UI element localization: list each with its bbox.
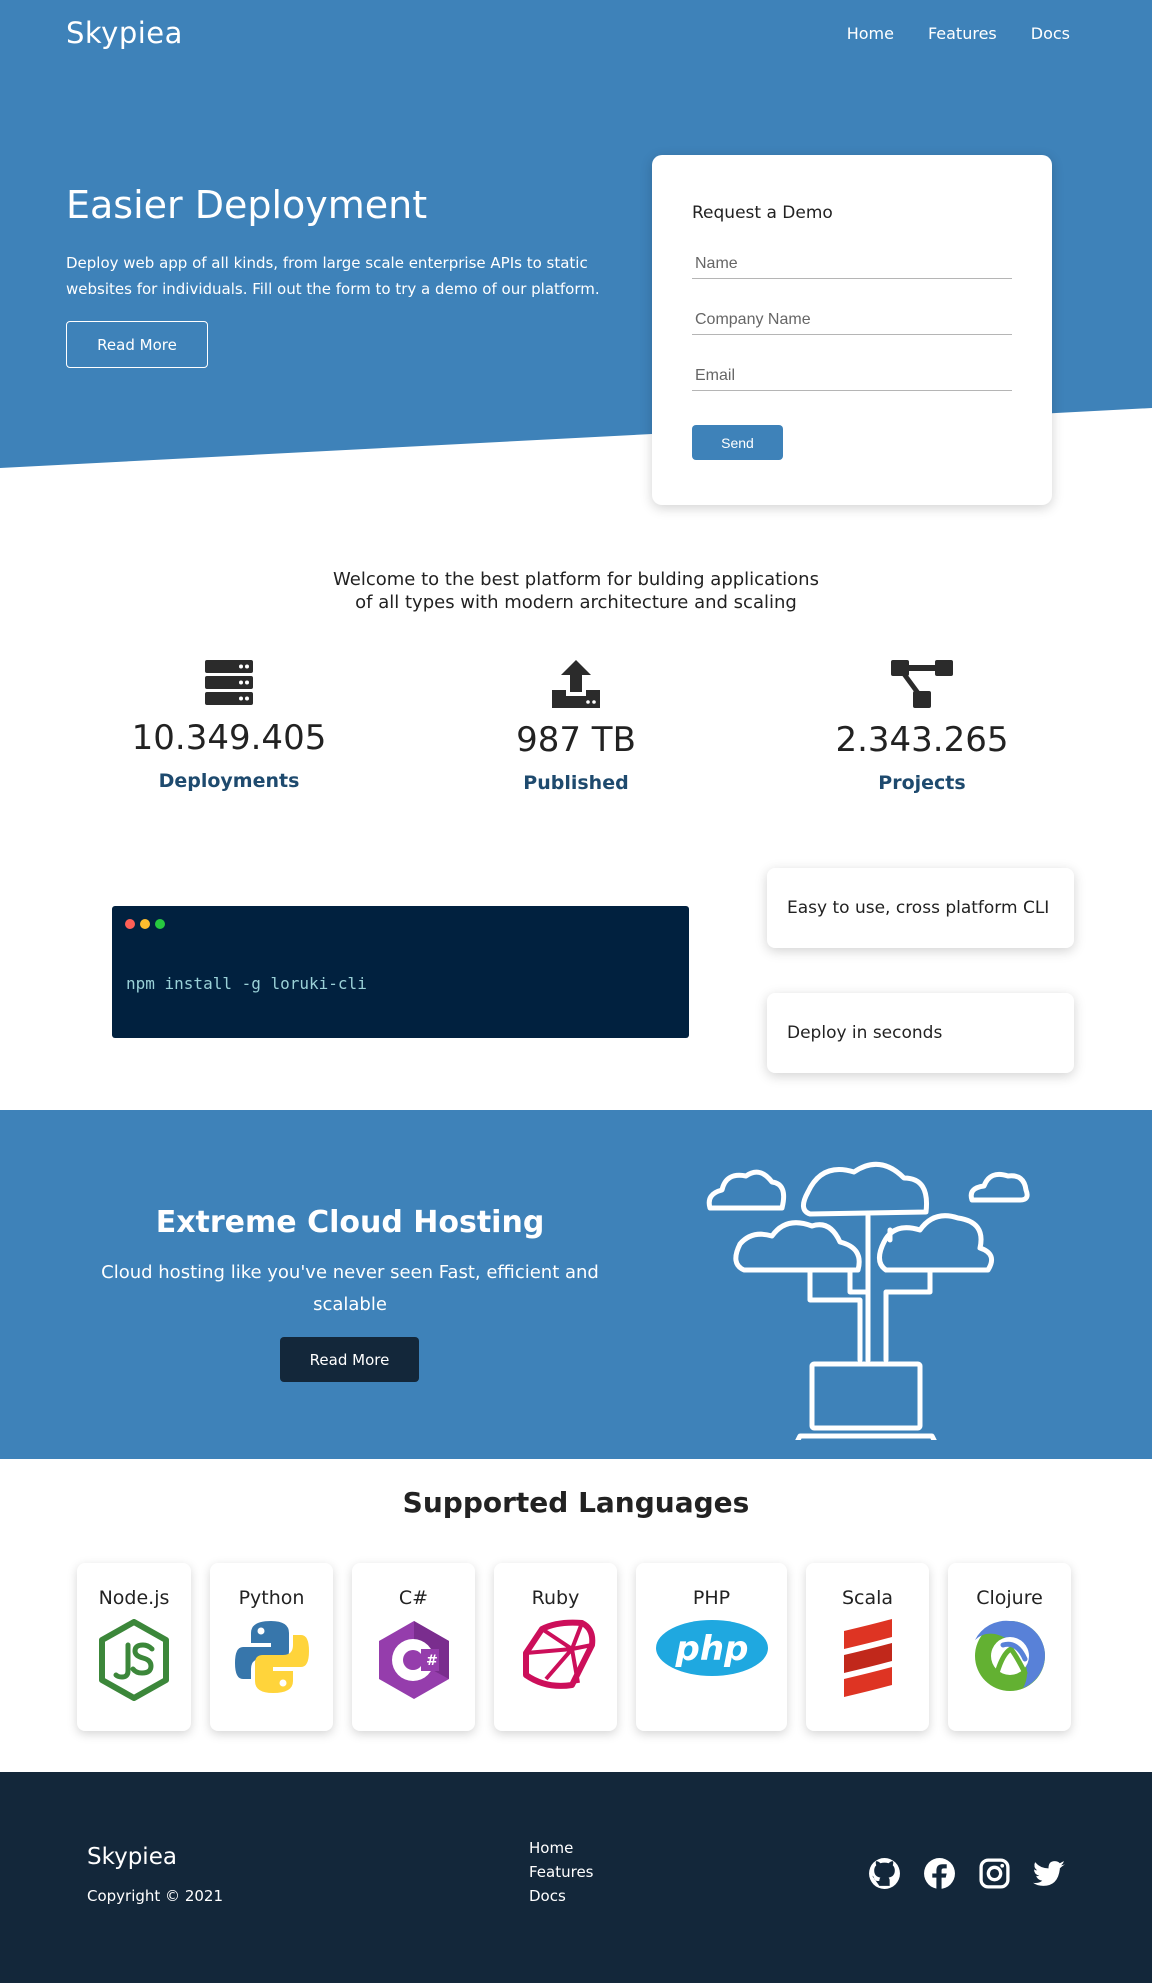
language-name: Ruby xyxy=(531,1587,580,1609)
site-logo[interactable]: Skypiea xyxy=(66,16,183,50)
upload-icon xyxy=(552,660,600,708)
stat-label: Deployments xyxy=(158,770,300,792)
site-footer: Skypiea Copyright © 2021 Home Features D… xyxy=(0,1772,1152,1983)
cloud-read-more-button[interactable]: Read More xyxy=(280,1337,419,1382)
instagram-icon[interactable] xyxy=(978,1857,1011,1890)
scala-icon xyxy=(843,1619,892,1697)
svg-text:#: # xyxy=(426,1653,438,1669)
demo-form-title: Request a Demo xyxy=(692,203,833,223)
send-button[interactable]: Send xyxy=(692,425,783,460)
feature-card-cli: Easy to use, cross platform CLI xyxy=(767,868,1074,948)
language-card-clojure: Clojure xyxy=(948,1563,1071,1731)
facebook-icon[interactable] xyxy=(923,1857,956,1890)
cloud-title: Extreme Cloud Hosting xyxy=(155,1205,545,1240)
stat-label: Published xyxy=(523,772,629,794)
nav-home-link[interactable]: Home xyxy=(847,24,894,43)
social-links xyxy=(868,1857,1066,1890)
feature-text: Deploy in seconds xyxy=(787,1023,943,1043)
language-name: Node.js xyxy=(98,1587,170,1609)
language-card-ruby: Ruby xyxy=(494,1563,617,1731)
language-name: Python xyxy=(238,1587,305,1609)
hero-text: Deploy web app of all kinds, from large … xyxy=(66,254,600,298)
nav-features-link[interactable]: Features xyxy=(928,24,997,43)
feature-card-deploy: Deploy in seconds xyxy=(767,993,1074,1073)
svg-text:php: php xyxy=(674,1629,748,1669)
cloud-hosting-section: Extreme Cloud Hosting Cloud hosting like… xyxy=(0,1110,1152,1459)
terminal-window: npm install -g loruki-cli xyxy=(112,906,689,1038)
languages-title: Supported Languages xyxy=(402,1486,750,1519)
language-card-nodejs: Node.js xyxy=(77,1563,191,1731)
server-icon xyxy=(205,660,253,705)
stat-value: 987 TB xyxy=(516,720,636,760)
email-input[interactable] xyxy=(692,361,1012,391)
name-input[interactable] xyxy=(692,249,1012,279)
clojure-icon xyxy=(974,1620,1045,1691)
stat-published: 987 TB Published xyxy=(426,660,726,794)
footer-docs-link[interactable]: Docs xyxy=(529,1887,594,1905)
welcome-text: Welcome to the best platform for bulding… xyxy=(333,569,819,613)
cloud-text: Cloud hosting like you've never seen Fas… xyxy=(101,1262,599,1315)
language-name: Clojure xyxy=(976,1587,1043,1609)
stat-value: 10.349.405 xyxy=(131,718,327,758)
company-name-input[interactable] xyxy=(692,305,1012,335)
stat-label: Projects xyxy=(878,772,966,794)
csharp-icon: # xyxy=(378,1621,449,1699)
php-icon: php xyxy=(655,1620,768,1676)
stat-value: 2.343.265 xyxy=(835,720,1009,760)
ruby-icon xyxy=(522,1619,595,1689)
hero-read-more-button[interactable]: Read More xyxy=(66,321,208,368)
language-card-csharp: C# # xyxy=(352,1563,475,1731)
terminal-command: npm install -g loruki-cli xyxy=(126,974,367,993)
language-name: C# xyxy=(398,1587,429,1609)
nodejs-icon xyxy=(99,1619,169,1701)
maximize-dot-icon xyxy=(155,919,165,929)
hero-title: Easier Deployment xyxy=(66,183,428,227)
language-card-python: Python xyxy=(210,1563,333,1731)
main-nav: Home Features Docs xyxy=(847,24,1070,43)
project-diagram-icon xyxy=(891,660,953,708)
language-card-scala: Scala xyxy=(806,1563,929,1731)
minimize-dot-icon xyxy=(140,919,150,929)
feature-text: Easy to use, cross platform CLI xyxy=(787,898,1050,918)
demo-request-card: Request a Demo Send xyxy=(652,155,1052,505)
footer-copyright: Copyright © 2021 xyxy=(87,1887,224,1905)
language-name: Scala xyxy=(841,1587,894,1609)
nav-docs-link[interactable]: Docs xyxy=(1031,24,1070,43)
twitter-icon[interactable] xyxy=(1033,1857,1066,1890)
language-name: PHP xyxy=(692,1587,731,1609)
stat-deployments: 10.349.405 Deployments xyxy=(79,660,379,792)
footer-features-link[interactable]: Features xyxy=(529,1863,594,1881)
footer-home-link[interactable]: Home xyxy=(529,1839,594,1857)
python-icon xyxy=(234,1621,309,1693)
close-dot-icon xyxy=(125,919,135,929)
footer-logo: Skypiea xyxy=(87,1844,177,1870)
footer-nav: Home Features Docs xyxy=(529,1839,594,1905)
cloud-computing-icon xyxy=(706,1161,1030,1440)
github-icon[interactable] xyxy=(868,1857,901,1890)
stat-projects: 2.343.265 Projects xyxy=(772,660,1072,794)
language-card-php: PHP php xyxy=(636,1563,787,1731)
